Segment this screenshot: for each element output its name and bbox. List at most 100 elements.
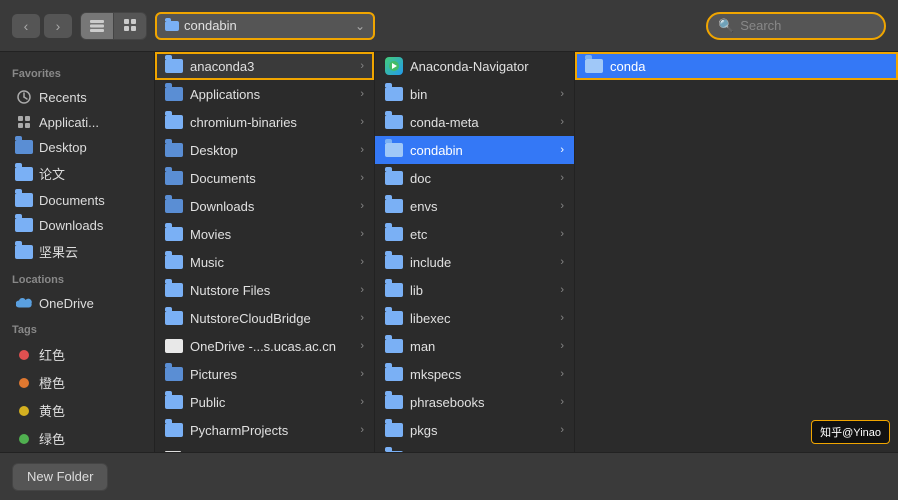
file-item-name: doc: [410, 171, 553, 186]
chevron-right-icon: ›: [360, 116, 364, 128]
sidebar: Favorites Recents Applicati...: [0, 52, 155, 452]
search-box[interactable]: 🔍 Search: [706, 12, 886, 40]
sidebar-item-orange[interactable]: 橙色: [4, 369, 150, 396]
file-item-etc[interactable]: etc ›: [375, 220, 574, 248]
sidebar-item-red[interactable]: 红色: [4, 341, 150, 368]
chevron-right-icon: ›: [560, 312, 564, 324]
folder-icon: [385, 171, 403, 185]
chevron-right-icon: ›: [360, 228, 364, 240]
file-item-plugins[interactable]: plugins ›: [375, 444, 574, 452]
file-item-doc[interactable]: doc ›: [375, 164, 574, 192]
file-item-lib[interactable]: lib ›: [375, 276, 574, 304]
file-item-untitled[interactable]: Untitled.ipynb: [155, 444, 374, 452]
view-grid-button[interactable]: [114, 13, 146, 39]
sidebar-item-desktop[interactable]: Desktop: [4, 135, 150, 159]
file-item-name: Documents: [190, 171, 353, 186]
file-icon: [165, 451, 181, 452]
file-item-conda[interactable]: conda: [575, 52, 898, 80]
file-item-pictures[interactable]: Pictures ›: [155, 360, 374, 388]
file-item-name: Movies: [190, 227, 353, 242]
path-label: condabin: [184, 18, 237, 33]
back-button[interactable]: ‹: [12, 14, 40, 38]
file-item-name: Nutstore Files: [190, 283, 353, 298]
new-folder-button[interactable]: New Folder: [12, 463, 108, 491]
orange-tag-icon: [16, 375, 32, 391]
folder-icon: [385, 87, 403, 101]
forward-button[interactable]: ›: [44, 14, 72, 38]
view-list-button[interactable]: [81, 13, 113, 39]
sidebar-item-label: 橙色: [39, 373, 65, 392]
documents-folder-icon: [16, 192, 32, 208]
file-item-name: Public: [190, 395, 353, 410]
view-controls: [80, 12, 147, 40]
file-item-name: Downloads: [190, 199, 353, 214]
file-item-public[interactable]: Public ›: [155, 388, 374, 416]
sidebar-item-documents[interactable]: Documents: [4, 188, 150, 212]
sidebar-item-applications[interactable]: Applicati...: [4, 110, 150, 134]
folder-icon: [385, 339, 403, 353]
sidebar-item-downloads[interactable]: Downloads: [4, 213, 150, 237]
file-item-envs[interactable]: envs ›: [375, 192, 574, 220]
file-item-name: Pictures: [190, 367, 353, 382]
chevron-right-icon: ›: [560, 144, 564, 156]
sidebar-item-green[interactable]: 绿色: [4, 425, 150, 452]
file-item-desktop[interactable]: Desktop ›: [155, 136, 374, 164]
file-item-anaconda3[interactable]: anaconda3 ›: [155, 52, 374, 80]
file-item-movies[interactable]: Movies ›: [155, 220, 374, 248]
main-area: Favorites Recents Applicati...: [0, 52, 898, 452]
sidebar-item-jieguo[interactable]: 坚果云: [4, 238, 150, 265]
file-item-libexec[interactable]: libexec ›: [375, 304, 574, 332]
file-item-name: libexec: [410, 311, 553, 326]
file-item-name: anaconda3: [190, 59, 353, 74]
file-item-chromium[interactable]: chromium-binaries ›: [155, 108, 374, 136]
toolbar: ‹ › condabin ⌄: [0, 0, 898, 52]
file-item-include[interactable]: include ›: [375, 248, 574, 276]
chevron-right-icon: ›: [560, 200, 564, 212]
applications-icon: [16, 114, 32, 130]
file-item-bin[interactable]: bin ›: [375, 80, 574, 108]
file-item-name: Music: [190, 255, 353, 270]
chevron-right-icon: ›: [360, 340, 364, 352]
file-item-phrasebooks[interactable]: phrasebooks ›: [375, 388, 574, 416]
sidebar-item-label: Documents: [39, 193, 105, 208]
folder-icon: [165, 255, 183, 269]
file-item-conda-meta[interactable]: conda-meta ›: [375, 108, 574, 136]
folder-icon: [385, 451, 403, 452]
red-tag-icon: [16, 347, 32, 363]
file-item-pkgs[interactable]: pkgs ›: [375, 416, 574, 444]
app-icon: [385, 57, 403, 75]
file-item-name: PycharmProjects: [190, 423, 353, 438]
sidebar-item-onedrive[interactable]: OneDrive: [4, 291, 150, 315]
path-bar[interactable]: condabin ⌄: [155, 12, 375, 40]
file-item-onedrive[interactable]: OneDrive -...s.ucas.ac.cn ›: [155, 332, 374, 360]
folder-icon: [165, 87, 183, 101]
sidebar-item-lunwen[interactable]: 论文: [4, 160, 150, 187]
sidebar-item-label: Downloads: [39, 218, 103, 233]
chevron-right-icon: ›: [560, 396, 564, 408]
file-item-name: etc: [410, 227, 553, 242]
file-item-downloads[interactable]: Downloads ›: [155, 192, 374, 220]
sidebar-item-yellow[interactable]: 黄色: [4, 397, 150, 424]
chevron-right-icon: ›: [360, 60, 364, 72]
file-item-man[interactable]: man ›: [375, 332, 574, 360]
sidebar-item-recents[interactable]: Recents: [4, 85, 150, 109]
folder-icon: [165, 367, 183, 381]
file-item-nutstore[interactable]: Nutstore Files ›: [155, 276, 374, 304]
file-item-name: include: [410, 255, 553, 270]
chevron-right-icon: ›: [360, 396, 364, 408]
file-item-documents[interactable]: Documents ›: [155, 164, 374, 192]
file-item-music[interactable]: Music ›: [155, 248, 374, 276]
file-item-nutstorecloud[interactable]: NutstoreCloudBridge ›: [155, 304, 374, 332]
yellow-tag-icon: [16, 403, 32, 419]
sidebar-item-label: OneDrive: [39, 296, 94, 311]
file-item-applications[interactable]: Applications ›: [155, 80, 374, 108]
file-item-name: OneDrive -...s.ucas.ac.cn: [190, 339, 353, 354]
file-item-name: plugins: [410, 451, 553, 453]
file-item-condabin[interactable]: condabin ›: [375, 136, 574, 164]
folder-icon: [165, 395, 183, 409]
file-item-mkspecs[interactable]: mkspecs ›: [375, 360, 574, 388]
search-placeholder: Search: [740, 18, 781, 33]
cloud-icon: [16, 295, 32, 311]
file-item-navigator[interactable]: Anaconda-Navigator: [375, 52, 574, 80]
file-item-pycharm[interactable]: PycharmProjects ›: [155, 416, 374, 444]
